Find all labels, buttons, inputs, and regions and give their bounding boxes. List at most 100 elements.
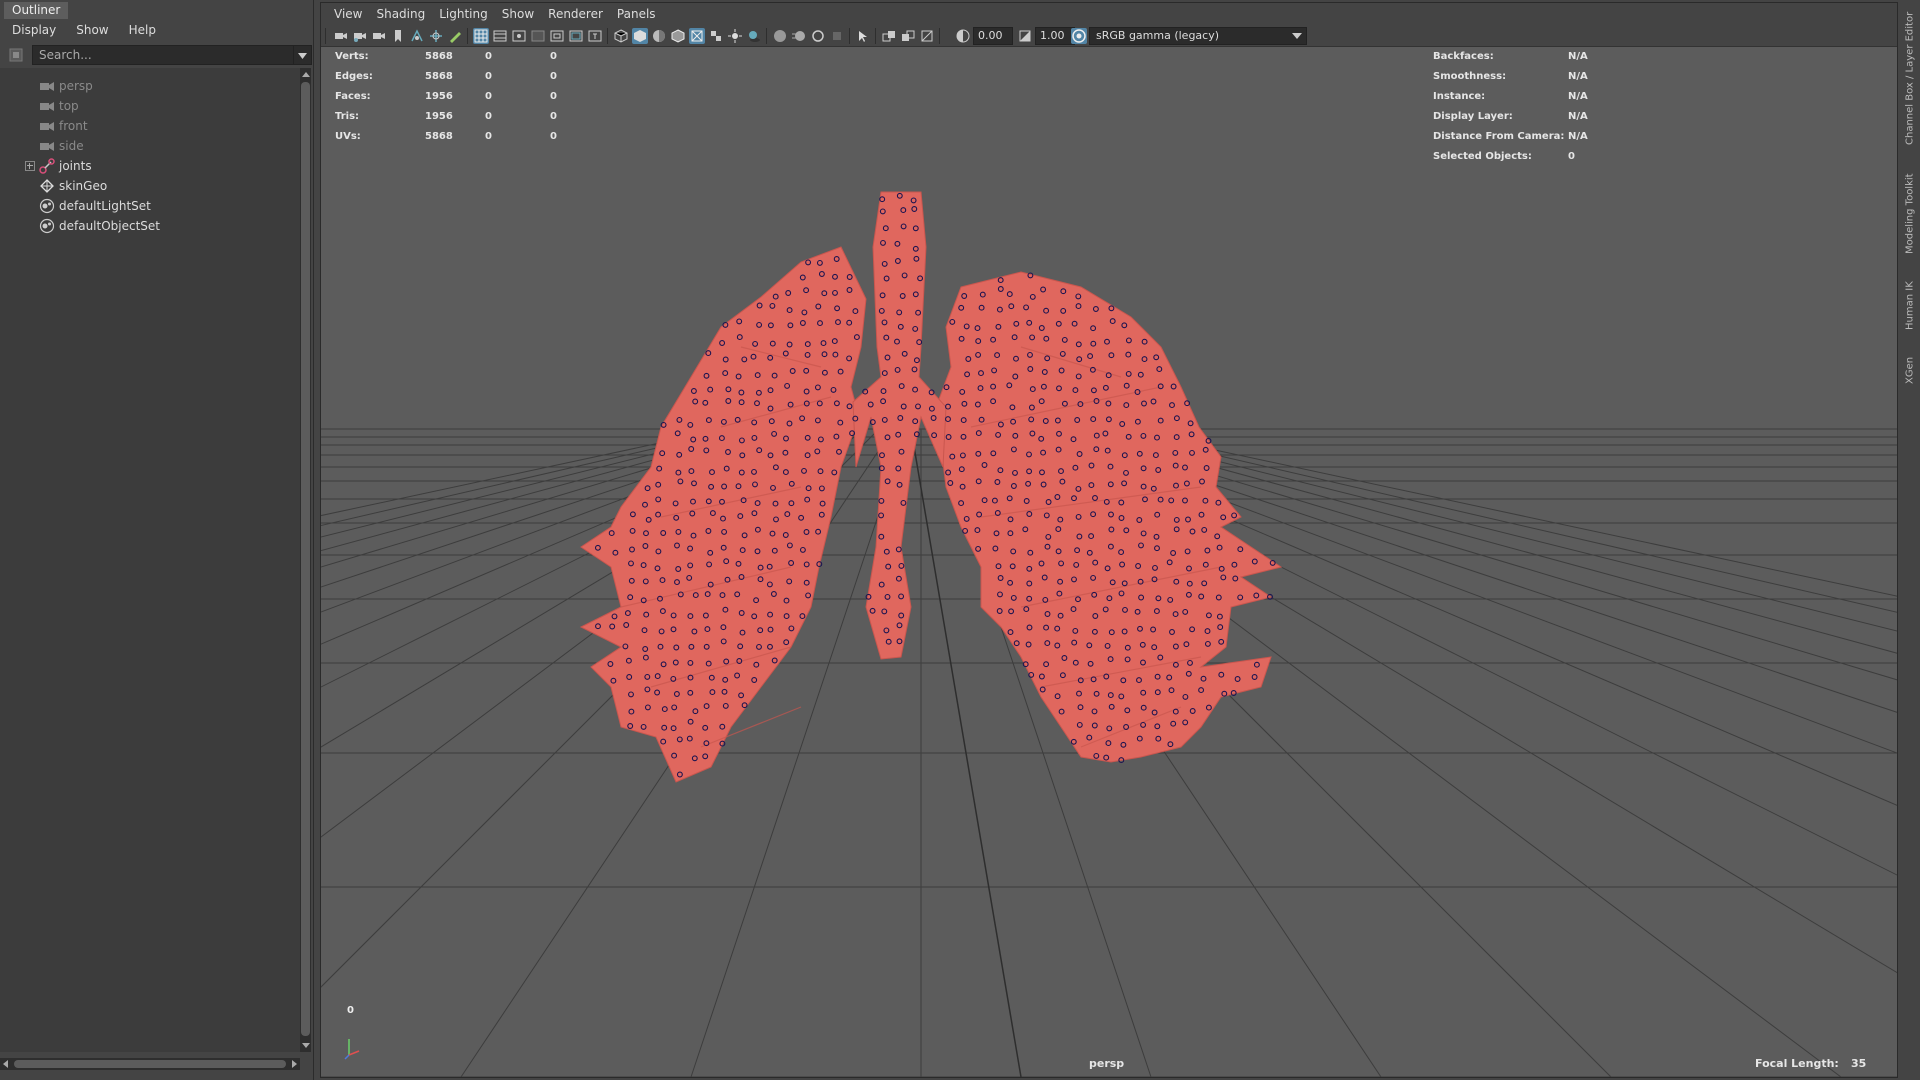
hud-detail-label: Distance From Camera: [1433, 131, 1565, 142]
gate-mask-icon[interactable] [530, 28, 546, 44]
menu-display[interactable]: Display [0, 20, 64, 40]
menu-shading[interactable]: Shading [369, 3, 432, 25]
grease-pencil-icon[interactable] [447, 28, 463, 44]
outliner-tree: persp top front side joints skinGeo defa… [0, 68, 300, 1052]
search-input[interactable] [32, 45, 294, 65]
view-transform-dropdown[interactable] [1287, 27, 1307, 45]
outliner-item-joints[interactable]: joints [0, 156, 300, 176]
outliner-item-top[interactable]: top [0, 96, 300, 116]
menu-show[interactable]: Show [64, 20, 116, 40]
all-lights-icon[interactable] [727, 28, 743, 44]
outliner-item-side[interactable]: side [0, 136, 300, 156]
backface-culling-icon[interactable] [919, 28, 935, 44]
toolbar-separator [325, 28, 326, 44]
menu-view[interactable]: View [327, 3, 369, 25]
xray-icon[interactable] [689, 28, 705, 44]
tab-human-ik[interactable]: Human IK [1902, 276, 1918, 336]
exposure-field[interactable]: 0.00 [973, 27, 1013, 45]
select-camera-icon[interactable] [333, 28, 349, 44]
tab-xgen[interactable]: XGen [1902, 350, 1918, 390]
scroll-up-icon[interactable] [302, 72, 310, 77]
right-lung-shape[interactable] [935, 271, 1283, 763]
hud-stat-value: 0 [485, 131, 492, 142]
bookmark-icon[interactable] [390, 28, 406, 44]
hud-stat-label: Tris: [335, 111, 360, 122]
camera-name-label: persp [1089, 1057, 1125, 1070]
exposure-icon[interactable] [955, 28, 971, 44]
hud-stat-value: 0 [485, 91, 492, 102]
filter-icon[interactable] [8, 47, 24, 63]
axis-gizmo [344, 1039, 360, 1060]
anti-aliasing-icon[interactable] [810, 28, 826, 44]
viewport-scene[interactable] [321, 47, 1897, 1077]
grid-icon[interactable] [473, 28, 489, 44]
depth-of-field-icon[interactable] [829, 28, 845, 44]
x-axis-line [348, 1050, 360, 1056]
safe-title-icon[interactable] [587, 28, 603, 44]
screen-space-ao-icon[interactable] [772, 28, 788, 44]
outliner-panel: Outliner Display Show Help persp top fro… [0, 0, 314, 1080]
smooth-shade-icon[interactable] [632, 28, 648, 44]
tab-channel-box[interactable]: Channel Box / Layer Editor [1902, 4, 1918, 152]
scrollbar-thumb[interactable] [301, 82, 310, 1036]
safe-action-icon[interactable] [568, 28, 584, 44]
menu-renderer[interactable]: Renderer [541, 3, 610, 25]
hud-detail-label: Smoothness: [1433, 71, 1507, 82]
menu-lighting[interactable]: Lighting [432, 3, 495, 25]
motion-blur-icon[interactable] [791, 28, 807, 44]
use-default-material-icon[interactable] [651, 28, 667, 44]
scrollbar-thumb[interactable] [14, 1060, 286, 1068]
viewport-menubar: View Shading Lighting Show Renderer Pane… [321, 3, 1897, 25]
image-plane-icon[interactable] [409, 28, 425, 44]
camera-icon [39, 138, 55, 154]
skingeo-mesh[interactable] [579, 191, 1283, 783]
shadows-icon[interactable] [746, 28, 762, 44]
view-transform-select[interactable]: sRGB gamma (legacy) [1089, 27, 1307, 45]
left-lung-shape[interactable] [579, 246, 867, 783]
film-gate-icon[interactable] [492, 28, 508, 44]
color-management-icon[interactable] [1071, 28, 1087, 44]
scroll-down-icon[interactable] [302, 1043, 310, 1048]
hud-stat-row: Edges: 5868 0 0 [335, 67, 595, 87]
outliner-tab[interactable]: Outliner [4, 2, 69, 19]
bookmark-camera-icon[interactable] [371, 28, 387, 44]
tab-modeling-toolkit[interactable]: Modeling Toolkit [1902, 166, 1918, 262]
menu-show[interactable]: Show [495, 3, 541, 25]
outliner-item-label: skinGeo [59, 179, 108, 193]
wireframe-on-shaded-icon[interactable] [670, 28, 686, 44]
hud-stat-value: 5868 [425, 71, 453, 82]
field-chart-icon[interactable] [549, 28, 565, 44]
outliner-item-defaultobjectset[interactable]: defaultObjectSet [0, 216, 300, 236]
gamma-icon[interactable] [1017, 28, 1033, 44]
gamma-field[interactable]: 1.00 [1035, 27, 1075, 45]
camera-attributes-icon[interactable] [352, 28, 368, 44]
xray-joints-icon[interactable] [881, 28, 897, 44]
menu-panels[interactable]: Panels [610, 3, 663, 25]
hud-stat-value: 0 [485, 51, 492, 62]
menu-help[interactable]: Help [117, 20, 164, 40]
resolution-gate-icon[interactable] [511, 28, 527, 44]
scroll-right-icon[interactable] [292, 1060, 297, 1068]
outliner-item-persp[interactable]: persp [0, 76, 300, 96]
textured-icon[interactable] [708, 28, 724, 44]
outliner-horizontal-scrollbar[interactable] [0, 1058, 300, 1070]
hud-detail-row: Selected Objects: 0 [1433, 147, 1633, 167]
hud-stat-value: 0 [550, 111, 557, 122]
search-options-dropdown[interactable] [294, 45, 312, 65]
toolbar-separator [875, 28, 876, 44]
outliner-item-defaultlightset[interactable]: defaultLightSet [0, 196, 300, 216]
outliner-item-label: front [59, 119, 88, 133]
scroll-left-icon[interactable] [3, 1060, 8, 1068]
viewport-toolbar: 0.00 1.00 sRGB gamma (legacy) [321, 25, 1897, 47]
outliner-item-skingeo[interactable]: skinGeo [0, 176, 300, 196]
xray-active-icon[interactable] [900, 28, 916, 44]
hud-detail-value: N/A [1568, 51, 1588, 62]
3d-viewport[interactable]: Verts: 5868 0 0 Edges: 5868 0 0 Faces: 1956 0 0 Tris… [321, 47, 1897, 1077]
outliner-vertical-scrollbar[interactable] [300, 68, 311, 1052]
expand-icon[interactable] [25, 161, 35, 171]
two-d-pan-zoom-icon[interactable] [428, 28, 444, 44]
hud-stat-row: Verts: 5868 0 0 [335, 47, 595, 67]
outliner-item-front[interactable]: front [0, 116, 300, 136]
isolate-select-icon[interactable] [855, 28, 871, 44]
wireframe-icon[interactable] [613, 28, 629, 44]
